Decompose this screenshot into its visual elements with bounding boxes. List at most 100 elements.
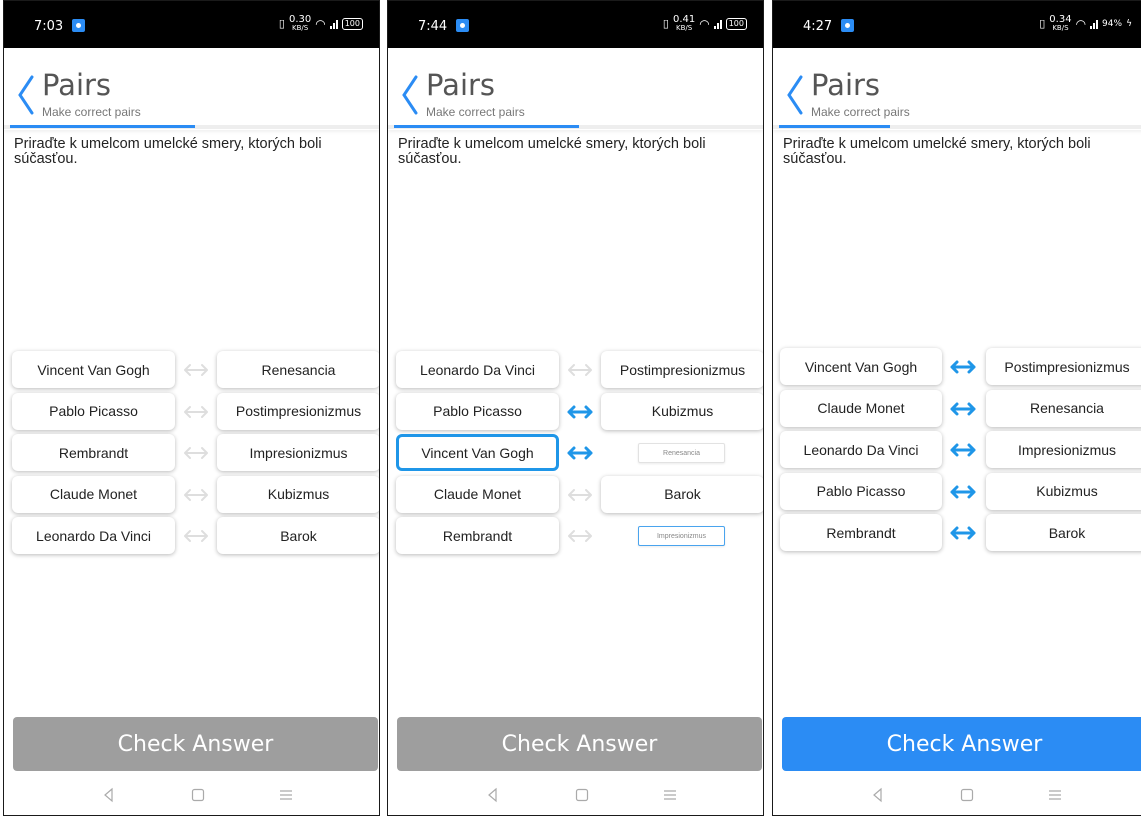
link-arrow-active-icon xyxy=(950,360,976,374)
status-bar: 7:03 ▯ 0.30 KB/S ◠ 100 xyxy=(4,1,379,48)
signal-icon xyxy=(1090,18,1099,29)
status-time: 7:44 xyxy=(418,19,448,34)
nav-menu-icon[interactable] xyxy=(278,787,294,803)
check-answer-button[interactable]: Check Answer xyxy=(782,717,1141,771)
page-title: Pairs xyxy=(42,68,112,102)
network-speed: 0.41 KB/S xyxy=(672,14,696,32)
progress-bar xyxy=(773,125,1141,129)
page-title: Pairs xyxy=(811,68,881,102)
nav-menu-icon[interactable] xyxy=(1047,787,1063,803)
link-arrow-active-icon xyxy=(950,443,976,457)
art-style-card[interactable]: Barok xyxy=(217,517,379,554)
phone-screen-2: 7:44 ▯ 0.41 KB/S ◠ 100 Pairs Make correct… xyxy=(387,0,764,816)
status-time: 7:03 xyxy=(34,19,64,34)
artist-card[interactable]: Rembrandt xyxy=(12,434,175,471)
artist-card[interactable]: Leonardo Da Vinci xyxy=(780,431,942,468)
link-arrow-active-icon xyxy=(950,526,976,540)
question-text: Priraďte k umelcom umelcké smery, ktorýc… xyxy=(398,136,706,167)
art-style-card[interactable]: Barok xyxy=(986,514,1141,551)
artist-card[interactable]: Leonardo Da Vinci xyxy=(12,517,175,554)
signal-icon xyxy=(329,18,338,29)
pair-row: Pablo Picasso Kubizmus xyxy=(388,392,763,431)
dragging-style-chip[interactable]: Renesancia xyxy=(638,443,725,463)
link-arrow-inactive-icon xyxy=(184,530,208,542)
phone-screen-1: 7:03 ▯ 0.30 KB/S ◠ 100 Pairs Make correct… xyxy=(3,0,380,816)
nav-home-icon[interactable] xyxy=(190,787,206,803)
art-style-card[interactable]: Postimpresionizmus xyxy=(217,392,379,430)
wifi-icon: ◠ xyxy=(315,16,326,31)
wifi-icon: ◠ xyxy=(1075,16,1087,31)
app-bar: Pairs Make correct pairs xyxy=(773,48,1141,130)
pair-row: Rembrandt Barok xyxy=(773,514,1141,552)
pair-row: Leonardo Da Vinci Impresionizmus xyxy=(773,431,1141,469)
link-arrow-active-icon xyxy=(567,405,593,418)
vibrate-icon: ▯ xyxy=(278,17,285,30)
page-title: Pairs xyxy=(426,68,496,102)
vibrate-icon: ▯ xyxy=(662,17,669,30)
battery-level: 94% xyxy=(1102,18,1123,29)
link-arrow-inactive-icon xyxy=(568,364,592,376)
status-bar: 4:27 ▯ 0.34 KB/S ◠ 94% ϟ xyxy=(773,1,1141,48)
link-arrow-active-icon xyxy=(950,402,976,415)
artist-card[interactable]: Vincent Van Gogh xyxy=(396,434,559,471)
nav-back-icon[interactable] xyxy=(870,787,886,803)
nav-home-icon[interactable] xyxy=(574,787,590,803)
artist-card[interactable]: Claude Monet xyxy=(780,389,942,427)
back-chevron-icon[interactable] xyxy=(398,74,420,116)
art-style-card[interactable]: Impresionizmus xyxy=(217,434,379,471)
artist-card[interactable]: Pablo Picasso xyxy=(12,392,175,430)
system-nav-bar xyxy=(4,771,379,815)
artist-card[interactable]: Rembrandt xyxy=(396,517,559,554)
dragging-style-chip[interactable]: Impresionizmus xyxy=(638,526,725,546)
notification-icon xyxy=(841,19,854,32)
link-arrow-inactive-icon xyxy=(184,488,208,501)
artist-card[interactable]: Leonardo Da Vinci xyxy=(396,351,559,388)
check-answer-button[interactable]: Check Answer xyxy=(397,717,762,771)
back-chevron-icon[interactable] xyxy=(783,74,805,116)
link-arrow-inactive-icon xyxy=(184,364,208,376)
link-arrow-inactive-icon xyxy=(184,405,208,418)
app-bar: Pairs Make correct pairs xyxy=(4,48,379,130)
nav-home-icon[interactable] xyxy=(959,787,975,803)
art-style-card[interactable]: Renesancia xyxy=(217,351,379,388)
artist-card[interactable]: Vincent Van Gogh xyxy=(12,351,175,388)
art-style-card[interactable]: Postimpresionizmus xyxy=(986,348,1141,385)
art-style-card[interactable]: Kubizmus xyxy=(217,475,379,513)
art-style-card[interactable]: Kubizmus xyxy=(986,472,1141,510)
check-answer-button[interactable]: Check Answer xyxy=(13,717,378,771)
art-style-card[interactable]: Impresionizmus xyxy=(986,431,1141,468)
artist-card[interactable]: Claude Monet xyxy=(396,475,559,513)
artist-card[interactable]: Claude Monet xyxy=(12,475,175,513)
system-nav-bar xyxy=(773,771,1141,815)
nav-back-icon[interactable] xyxy=(101,787,117,803)
page-subtitle: Make correct pairs xyxy=(426,105,525,119)
status-indicators: ▯ 0.34 KB/S ◠ 94% ϟ xyxy=(1039,15,1132,32)
battery-icon: 100 xyxy=(725,17,747,30)
notification-icon xyxy=(456,19,469,32)
pair-row: Claude Monet Barok xyxy=(388,475,763,514)
battery-icon: 100 xyxy=(341,17,363,30)
art-style-card[interactable]: Renesancia xyxy=(986,389,1141,427)
progress-fill xyxy=(10,125,195,128)
progress-fill xyxy=(779,125,890,128)
network-speed: 0.34 KB/S xyxy=(1049,14,1072,32)
artist-card[interactable]: Pablo Picasso xyxy=(780,472,942,510)
app-bar: Pairs Make correct pairs xyxy=(388,48,763,130)
pair-row: Pablo Picasso Postimpresionizmus xyxy=(4,392,379,431)
link-arrow-active-icon xyxy=(567,446,593,460)
nav-back-icon[interactable] xyxy=(485,787,501,803)
back-chevron-icon[interactable] xyxy=(14,74,36,116)
pair-row: Claude Monet Renesancia xyxy=(773,389,1141,428)
art-style-card[interactable]: Postimpresionizmus xyxy=(601,351,763,388)
pair-row: Rembrandt Impresionizmus xyxy=(4,434,379,472)
question-text: Priraďte k umelcom umelcké smery, ktorýc… xyxy=(14,136,322,167)
nav-menu-icon[interactable] xyxy=(662,787,678,803)
artist-card[interactable]: Rembrandt xyxy=(780,514,942,551)
artist-card[interactable]: Pablo Picasso xyxy=(396,392,559,430)
artist-card[interactable]: Vincent Van Gogh xyxy=(780,348,942,385)
progress-bar xyxy=(4,125,379,129)
art-style-card[interactable]: Barok xyxy=(601,475,763,513)
art-style-card[interactable]: Kubizmus xyxy=(601,392,763,430)
charging-icon: ϟ xyxy=(1126,18,1132,29)
pair-row: Vincent Van Gogh Renesancia xyxy=(388,434,763,472)
